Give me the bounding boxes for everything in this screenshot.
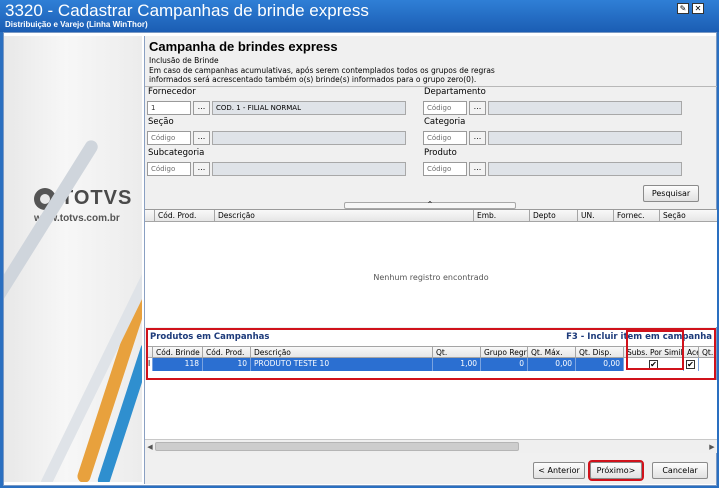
cell-cod-brinde[interactable]: 118 bbox=[152, 358, 202, 371]
cell-cod-prod[interactable]: 10 bbox=[202, 358, 250, 371]
cell-qt-max[interactable]: 0,00 bbox=[527, 358, 575, 371]
campaign-products-section: Produtos em Campanhas F3 - Incluir item … bbox=[146, 328, 716, 380]
produto-name-field bbox=[488, 162, 682, 176]
cell-aceita[interactable]: ✔ bbox=[683, 358, 698, 371]
column-header[interactable]: Depto bbox=[529, 210, 577, 222]
secao-lookup-button[interactable]: ... bbox=[193, 131, 210, 145]
cell-qt-disp[interactable]: 0,00 bbox=[575, 358, 623, 371]
cancel-button[interactable]: Cancelar bbox=[652, 462, 708, 479]
page-subtitle: Inclusão de Brinde bbox=[149, 56, 219, 65]
fornecedor-name-field: COD. 1 - FILIAL NORMAL bbox=[212, 101, 406, 115]
produto-code-input[interactable]: Código bbox=[423, 162, 467, 176]
fornecedor-label: Fornecedor bbox=[148, 87, 196, 97]
secao-name-field bbox=[212, 131, 406, 145]
row-indicator-header bbox=[145, 210, 154, 222]
results-grid-header: Cód. Prod. Descrição Emb. Depto UN. Forn… bbox=[145, 210, 717, 222]
cell-grupo-regra[interactable]: 0 bbox=[480, 358, 527, 371]
window-subtitle: Distribuição e Varejo (Linha WinThor) bbox=[5, 20, 148, 29]
subcategoria-lookup-button[interactable]: ... bbox=[193, 162, 210, 176]
departamento-code-input[interactable]: Código bbox=[423, 101, 467, 115]
main-panel: Campanha de brindes express Inclusão de … bbox=[144, 36, 717, 484]
next-button[interactable]: Próximo> bbox=[588, 460, 644, 481]
cell-qt[interactable]: 1,00 bbox=[432, 358, 480, 371]
column-header[interactable]: Emb. bbox=[473, 210, 529, 222]
search-button[interactable]: Pesquisar bbox=[643, 185, 699, 202]
scroll-right-icon[interactable]: ▶ bbox=[707, 441, 717, 453]
window-title-bar: 3320 - Cadastrar Campanhas de brinde exp… bbox=[0, 0, 719, 32]
subcategoria-code-input[interactable]: Código bbox=[147, 162, 191, 176]
aceita-checkbox[interactable]: ✔ bbox=[686, 360, 695, 369]
produto-lookup-button[interactable]: ... bbox=[469, 162, 486, 176]
secao-code-input[interactable]: Código bbox=[147, 131, 191, 145]
column-header[interactable]: Descrição bbox=[214, 210, 473, 222]
categoria-label: Categoria bbox=[424, 117, 466, 127]
column-header[interactable]: UN. bbox=[577, 210, 613, 222]
results-grid[interactable]: Cód. Prod. Descrição Emb. Depto UN. Forn… bbox=[145, 209, 717, 327]
departamento-lookup-button[interactable]: ... bbox=[469, 101, 486, 115]
column-header[interactable]: Cód. Prod. bbox=[154, 210, 214, 222]
produto-label: Produto bbox=[424, 148, 457, 158]
cell-qt-extra[interactable] bbox=[698, 358, 714, 371]
column-header[interactable]: Seção bbox=[659, 210, 717, 222]
chevron-up-icon[interactable]: ⌃ bbox=[344, 201, 516, 209]
highlight-subs-column bbox=[626, 330, 684, 370]
departamento-name-field bbox=[488, 101, 682, 115]
edit-icon[interactable]: ✎ bbox=[677, 3, 689, 14]
page-description: Em caso de campanhas acumulativas, após … bbox=[149, 66, 495, 84]
scroll-left-icon[interactable]: ◀ bbox=[145, 441, 155, 453]
subcategoria-name-field bbox=[212, 162, 406, 176]
scrollbar-thumb[interactable] bbox=[155, 442, 519, 451]
empty-message: Nenhum registro encontrado bbox=[373, 273, 489, 282]
close-icon[interactable]: ✕ bbox=[692, 3, 704, 14]
subcategoria-label: Subcategoria bbox=[148, 148, 205, 158]
categoria-name-field bbox=[488, 131, 682, 145]
column-header[interactable]: Fornec. bbox=[613, 210, 659, 222]
back-button[interactable]: < Anterior bbox=[533, 462, 585, 479]
categoria-code-input[interactable]: Código bbox=[423, 131, 467, 145]
page-title: Campanha de brindes express bbox=[149, 39, 338, 54]
departamento-label: Departamento bbox=[424, 87, 486, 97]
section-title: Produtos em Campanhas bbox=[150, 332, 270, 342]
horizontal-scrollbar[interactable]: ◀ ▶ bbox=[145, 439, 717, 453]
window-title: 3320 - Cadastrar Campanhas de brinde exp… bbox=[5, 1, 369, 20]
cell-descricao[interactable]: PRODUTO TESTE 10 bbox=[250, 358, 432, 371]
fornecedor-code-input[interactable]: 1 bbox=[147, 101, 191, 115]
sidebar-brand-panel: TOTVS www.totvs.com.br bbox=[4, 36, 142, 482]
fornecedor-lookup-button[interactable]: ... bbox=[193, 101, 210, 115]
campaign-grid-empty-area bbox=[145, 380, 717, 440]
categoria-lookup-button[interactable]: ... bbox=[469, 131, 486, 145]
secao-label: Seção bbox=[148, 117, 174, 127]
